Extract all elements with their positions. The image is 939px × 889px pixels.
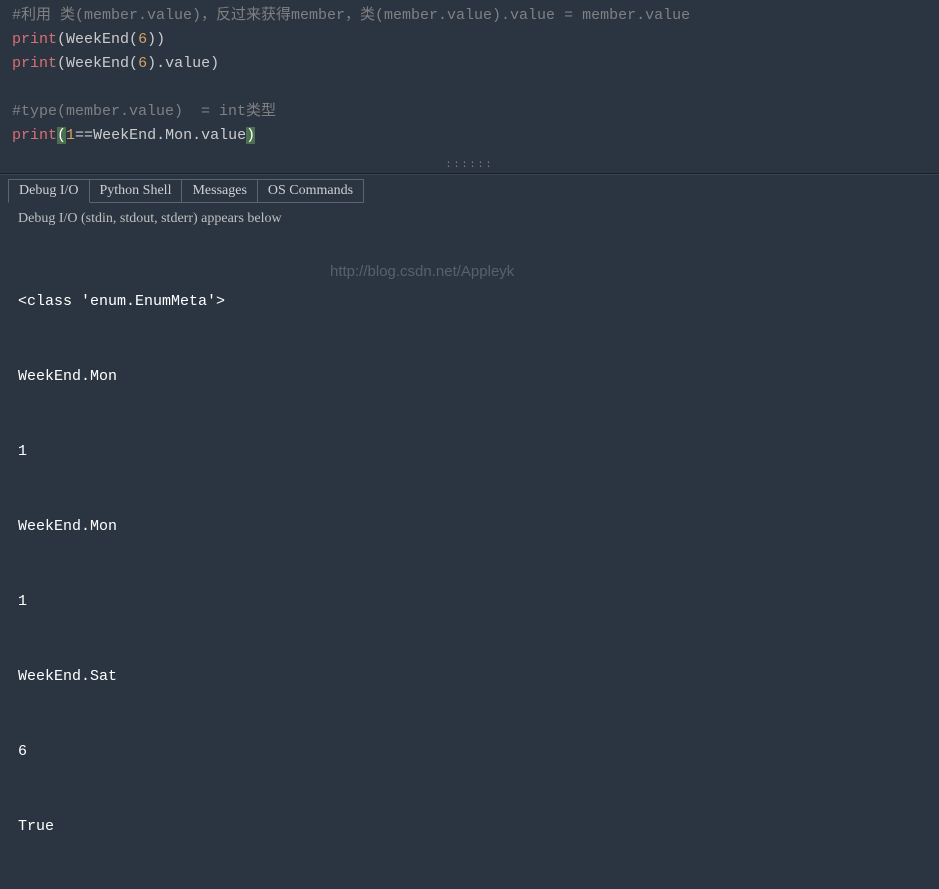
panel-tabs: Debug I/O Python Shell Messages OS Comma… [8,179,931,203]
output-line: 1 [18,439,921,464]
tab-debug-io[interactable]: Debug I/O [8,179,90,203]
output-line: 1 [18,589,921,614]
output-line: WeekEnd.Mon [18,364,921,389]
print-keyword: print [12,31,57,48]
matched-paren-close: ) [246,127,255,144]
output-panel: Debug I/O Python Shell Messages OS Comma… [0,174,939,889]
panel-divider[interactable]: :::::: [0,160,939,174]
output-area[interactable]: <class 'enum.EnumMeta'> WeekEnd.Mon 1 We… [8,239,931,889]
watermark-text: http://blog.csdn.net/Appleyk [330,263,514,280]
output-line: True [18,814,921,839]
output-line: WeekEnd.Mon [18,514,921,539]
code-editor[interactable]: #利用 类(member.value)，反过来获得member，类(member… [0,0,939,152]
output-line: WeekEnd.Sat [18,664,921,689]
tab-os-commands[interactable]: OS Commands [258,179,364,203]
output-line: 6 [18,739,921,764]
output-line: <class 'enum.EnumMeta'> [18,289,921,314]
tab-python-shell[interactable]: Python Shell [90,179,183,203]
tab-messages[interactable]: Messages [182,179,257,203]
print-keyword: print [12,127,57,144]
matched-paren-open: ( [57,127,66,144]
panel-description: Debug I/O (stdin, stdout, stderr) appear… [8,203,931,239]
comment-line-1: #利用 类(member.value)，反过来获得member，类(member… [12,7,690,24]
comment-line-2: #type(member.value) = int类型 [12,103,276,120]
print-keyword: print [12,55,57,72]
